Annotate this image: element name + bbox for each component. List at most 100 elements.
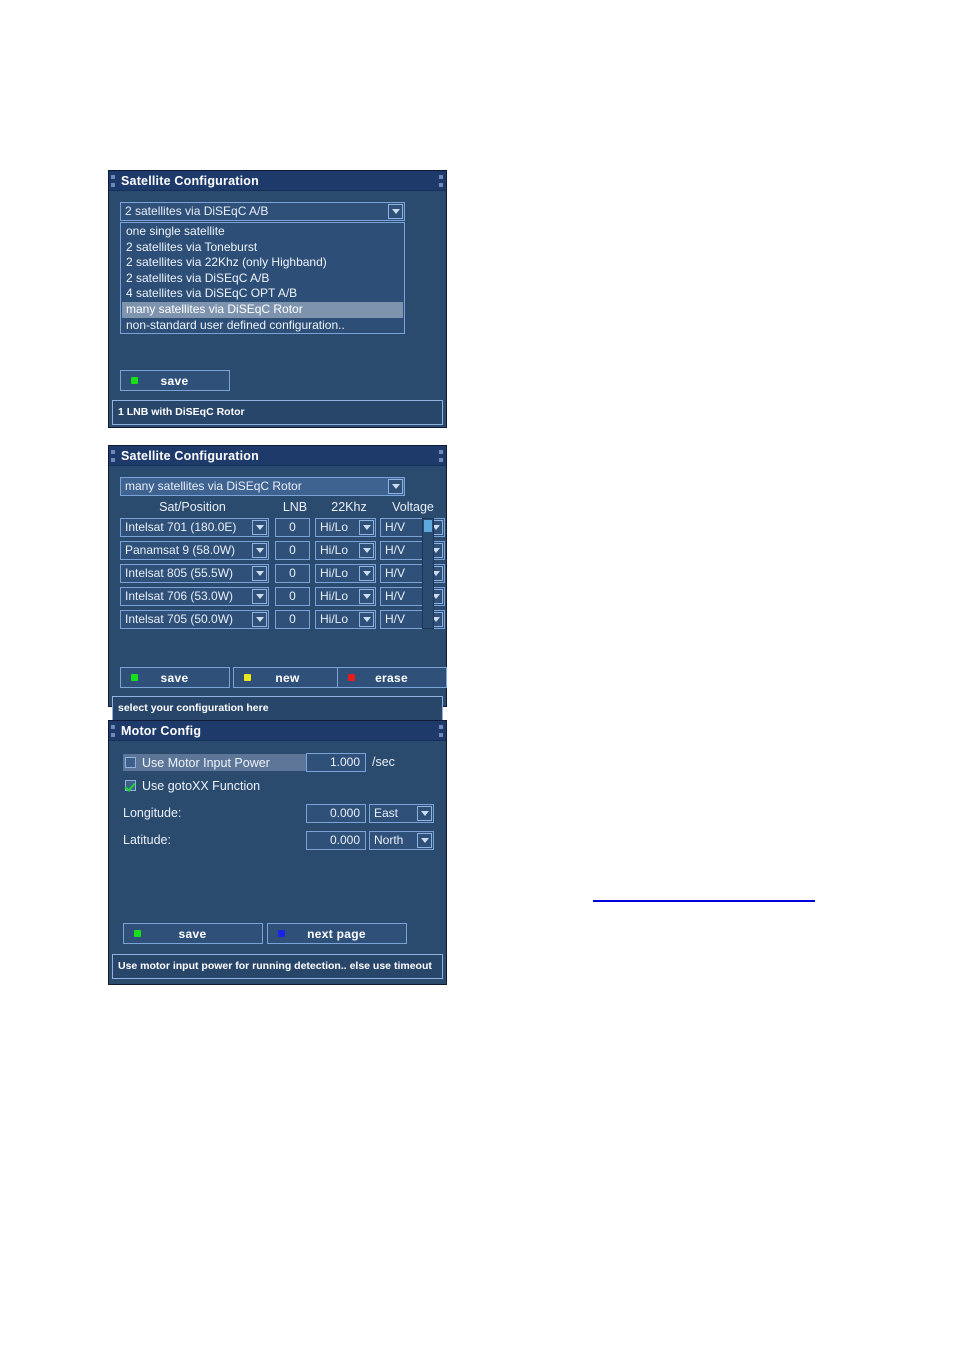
lnb-field-row-3[interactable]: 0 bbox=[275, 564, 310, 583]
status-led-icon bbox=[278, 930, 285, 937]
chevron-down-icon[interactable] bbox=[359, 612, 374, 627]
chevron-down-icon[interactable] bbox=[252, 520, 267, 535]
latitude-direction-combo[interactable]: North bbox=[369, 831, 434, 850]
resize-grip-icon bbox=[439, 725, 443, 729]
configuration-mode-value: 2 satellites via DiSEqC A/B bbox=[125, 204, 269, 218]
list-item[interactable]: 2 satellites via Toneburst bbox=[122, 240, 403, 256]
resize-grip-icon bbox=[111, 450, 115, 454]
khz-select-row-2[interactable]: Hi/Lo bbox=[315, 541, 376, 560]
voltage-select-row-1[interactable]: H/V bbox=[380, 518, 445, 537]
lnb-field-row-2[interactable]: 0 bbox=[275, 541, 310, 560]
chevron-down-icon[interactable] bbox=[417, 833, 432, 848]
resize-grip-icon bbox=[111, 733, 115, 737]
configuration-mode-listbox[interactable]: one single satellite 2 satellites via To… bbox=[120, 222, 405, 334]
save-button[interactable]: save bbox=[123, 923, 263, 944]
khz-select-row-4[interactable]: Hi/Lo bbox=[315, 587, 376, 606]
resize-grip-icon bbox=[439, 175, 443, 179]
chevron-down-icon[interactable] bbox=[388, 479, 403, 494]
khz-value: Hi/Lo bbox=[320, 612, 349, 626]
status-led-icon bbox=[244, 674, 251, 681]
chevron-down-icon[interactable] bbox=[359, 543, 374, 558]
panel3-status-bar: Use motor input power for running detect… bbox=[112, 954, 443, 979]
panel1-status-bar: 1 LNB with DiSEqC Rotor bbox=[112, 400, 443, 425]
next-page-button[interactable]: next page bbox=[267, 923, 407, 944]
list-item[interactable]: 2 satellites via DiSEqC A/B bbox=[122, 271, 403, 287]
voltage-select-row-5[interactable]: H/V bbox=[380, 610, 445, 629]
satellite-list-scrollbar[interactable] bbox=[422, 518, 434, 629]
new-button[interactable]: new bbox=[233, 667, 343, 688]
satellite-configuration-window-2: Satellite Configuration many satellites … bbox=[108, 445, 447, 721]
save-button[interactable]: save bbox=[120, 667, 230, 688]
panel2-title: Satellite Configuration bbox=[121, 448, 259, 463]
list-item[interactable]: 4 satellites via DiSEqC OPT A/B bbox=[122, 286, 403, 302]
latitude-field[interactable]: 0.000 bbox=[306, 831, 366, 850]
voltage-select-row-2[interactable]: H/V bbox=[380, 541, 445, 560]
panel1-body: 2 satellites via DiSEqC A/B one single s… bbox=[109, 191, 446, 427]
latitude-label: Latitude: bbox=[123, 833, 171, 847]
chevron-down-icon[interactable] bbox=[252, 566, 267, 581]
document-page: Satellite Configuration 2 satellites via… bbox=[0, 0, 954, 1351]
satellite-select-row-5[interactable]: Intelsat 705 (50.0W) bbox=[120, 610, 269, 629]
list-item[interactable]: one single satellite bbox=[122, 224, 403, 240]
hyperlink-underline[interactable] bbox=[593, 900, 815, 902]
panel1-status-text: 1 LNB with DiSEqC Rotor bbox=[118, 406, 245, 419]
khz-value: Hi/Lo bbox=[320, 589, 349, 603]
scrollbar-thumb[interactable] bbox=[424, 520, 432, 532]
column-header-lnb: LNB bbox=[282, 500, 308, 514]
resize-grip-icon bbox=[439, 450, 443, 454]
lnb-field-row-5[interactable]: 0 bbox=[275, 610, 310, 629]
satellite-name: Intelsat 706 (53.0W) bbox=[125, 589, 234, 603]
list-item[interactable]: non-standard user defined configuration.… bbox=[122, 318, 403, 334]
chevron-down-icon[interactable] bbox=[359, 589, 374, 604]
chevron-down-icon[interactable] bbox=[252, 612, 267, 627]
longitude-field[interactable]: 0.000 bbox=[306, 804, 366, 823]
checkbox-icon[interactable] bbox=[125, 757, 136, 768]
list-item[interactable]: 2 satellites via 22Khz (only Highband) bbox=[122, 255, 403, 271]
save-button-label: save bbox=[160, 373, 189, 388]
satellite-select-row-2[interactable]: Panamsat 9 (58.0W) bbox=[120, 541, 269, 560]
chevron-down-icon[interactable] bbox=[252, 543, 267, 558]
voltage-select-row-3[interactable]: H/V bbox=[380, 564, 445, 583]
satellite-select-row-4[interactable]: Intelsat 706 (53.0W) bbox=[120, 587, 269, 606]
motor-power-timeout-field[interactable]: 1.000 bbox=[306, 753, 366, 772]
khz-select-row-5[interactable]: Hi/Lo bbox=[315, 610, 376, 629]
longitude-direction-combo[interactable]: East bbox=[369, 804, 434, 823]
khz-select-row-1[interactable]: Hi/Lo bbox=[315, 518, 376, 537]
motor-config-window: Motor Config Use Motor Input Power 1.000… bbox=[108, 720, 447, 985]
panel2-status-bar: select your configuration here bbox=[112, 696, 443, 721]
erase-button[interactable]: erase bbox=[337, 667, 447, 688]
chevron-down-icon[interactable] bbox=[388, 204, 403, 219]
khz-value: Hi/Lo bbox=[320, 520, 349, 534]
lnb-field-row-4[interactable]: 0 bbox=[275, 587, 310, 606]
longitude-direction-value: East bbox=[374, 806, 399, 820]
use-gotoxx-function-checkbox-row[interactable]: Use gotoXX Function bbox=[123, 777, 309, 794]
save-button[interactable]: save bbox=[120, 370, 230, 391]
latitude-direction-value: North bbox=[374, 833, 404, 847]
panel3-status-text: Use motor input power for running detect… bbox=[118, 960, 432, 973]
chevron-down-icon[interactable] bbox=[417, 806, 432, 821]
satellite-name: Intelsat 705 (50.0W) bbox=[125, 612, 234, 626]
use-motor-input-power-checkbox-row[interactable]: Use Motor Input Power bbox=[123, 754, 309, 771]
lnb-field-row-1[interactable]: 0 bbox=[275, 518, 310, 537]
satellite-select-row-1[interactable]: Intelsat 701 (180.0E) bbox=[120, 518, 269, 537]
column-header-voltage: Voltage bbox=[392, 500, 434, 514]
satellite-name: Intelsat 701 (180.0E) bbox=[125, 520, 237, 534]
chevron-down-icon[interactable] bbox=[359, 566, 374, 581]
khz-select-row-3[interactable]: Hi/Lo bbox=[315, 564, 376, 583]
panel2-status-text: select your configuration here bbox=[118, 702, 269, 715]
resize-grip-icon bbox=[439, 183, 443, 187]
panel1-titlebar[interactable]: Satellite Configuration bbox=[109, 171, 446, 191]
status-led-icon bbox=[131, 377, 138, 384]
voltage-select-row-4[interactable]: H/V bbox=[380, 587, 445, 606]
panel2-titlebar[interactable]: Satellite Configuration bbox=[109, 446, 446, 466]
chevron-down-icon[interactable] bbox=[252, 589, 267, 604]
checkbox-checked-icon[interactable] bbox=[125, 780, 136, 791]
panel3-titlebar[interactable]: Motor Config bbox=[109, 721, 446, 741]
resize-grip-icon bbox=[439, 458, 443, 462]
chevron-down-icon[interactable] bbox=[359, 520, 374, 535]
use-motor-input-power-label: Use Motor Input Power bbox=[142, 755, 270, 770]
configuration-mode-combo[interactable]: many satellites via DiSEqC Rotor bbox=[120, 477, 405, 496]
satellite-select-row-3[interactable]: Intelsat 805 (55.5W) bbox=[120, 564, 269, 583]
configuration-mode-combo[interactable]: 2 satellites via DiSEqC A/B bbox=[120, 202, 405, 221]
list-item-selected[interactable]: many satellites via DiSEqC Rotor bbox=[122, 301, 403, 318]
